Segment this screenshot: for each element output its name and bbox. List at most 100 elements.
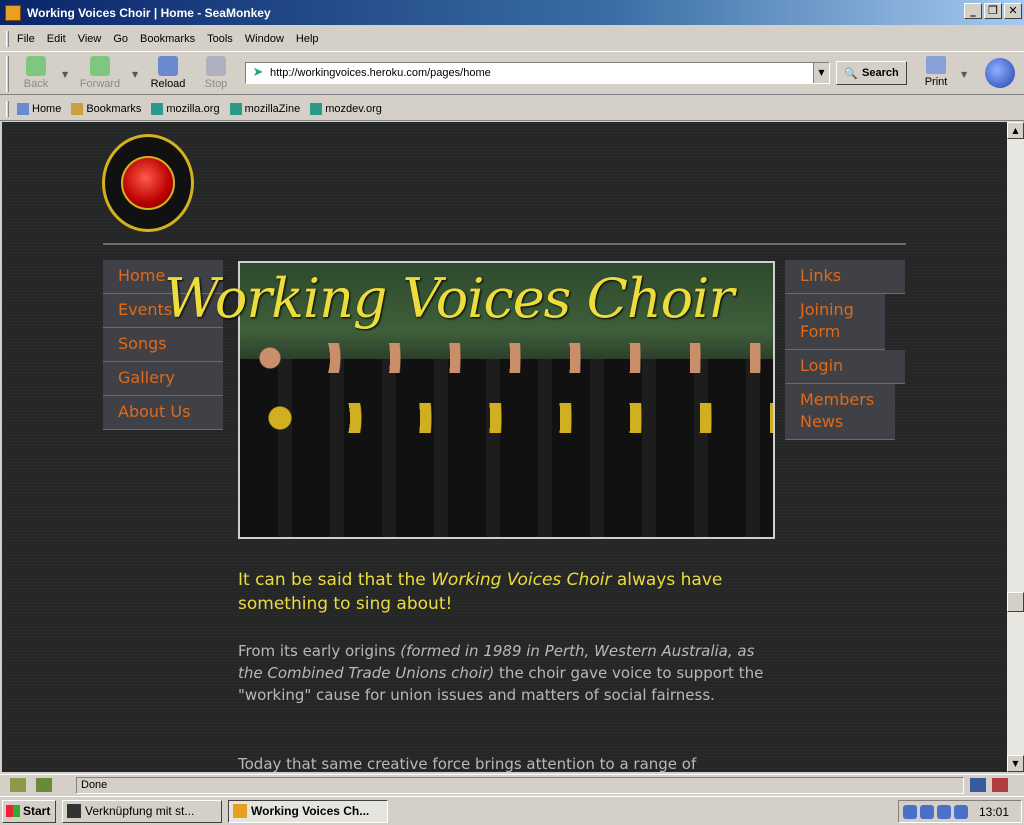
forward-arrow-icon <box>90 56 110 76</box>
personal-toolbar: Home Bookmarks mozilla.org mozillaZine m… <box>0 97 1024 121</box>
maximize-button[interactable]: ❐ <box>984 3 1002 19</box>
bookmarks-icon <box>71 102 84 115</box>
menu-go[interactable]: Go <box>113 33 128 45</box>
choir-logo[interactable] <box>102 134 194 232</box>
bookmarks-menu[interactable]: Bookmarks <box>71 102 142 115</box>
windows-flag-icon <box>6 805 20 817</box>
bookmark-label: mozillaZine <box>244 102 301 115</box>
window-controls: _ ❐ ✕ <box>964 3 1022 19</box>
printer-icon <box>926 56 946 74</box>
bookmark-mozilla-org[interactable]: mozilla.org <box>151 102 220 115</box>
history-paragraph: From its early origins (formed in 1989 i… <box>238 640 778 706</box>
system-tray: 13:01 <box>898 800 1022 823</box>
reload-label: Reload <box>150 78 186 90</box>
nav-joining-form[interactable]: Joining Form <box>785 294 885 350</box>
home-bookmark[interactable]: Home <box>17 102 62 115</box>
minimize-button[interactable]: _ <box>964 3 982 19</box>
taskbar-item-shortcut[interactable]: Verknüpfung mit st... <box>62 799 222 823</box>
print-button[interactable]: Print <box>914 54 958 92</box>
menu-view[interactable]: View <box>78 33 102 45</box>
back-label: Back <box>23 78 49 90</box>
header-divider <box>103 243 906 245</box>
menu-file[interactable]: File <box>17 33 35 45</box>
toolbar-grip[interactable] <box>6 31 9 47</box>
menu-bookmarks[interactable]: Bookmarks <box>140 33 195 45</box>
composer-icon[interactable] <box>36 778 52 792</box>
start-button[interactable]: Start <box>2 799 56 823</box>
intro-choir-name: Working Voices Choir <box>431 570 612 590</box>
status-text: Done <box>76 776 964 794</box>
search-icon: 🔍 <box>844 67 858 80</box>
throbber-icon[interactable] <box>985 58 1015 88</box>
site-title: Working Voices Choir <box>164 267 734 330</box>
reload-icon <box>158 56 178 76</box>
close-button[interactable]: ✕ <box>1004 3 1022 19</box>
scroll-up-icon[interactable]: ▲ <box>1007 122 1024 139</box>
print-label: Print <box>924 76 948 88</box>
taskbar-item-seamonkey[interactable]: Working Voices Ch... <box>228 799 388 823</box>
vertical-scrollbar[interactable]: ▲ ▼ <box>1007 122 1024 772</box>
back-dropdown-icon[interactable]: ▼ <box>62 70 68 79</box>
page-proxy-icon[interactable]: ➤ <box>250 65 266 81</box>
home-icon <box>17 102 29 115</box>
menu-edit[interactable]: Edit <box>47 33 66 45</box>
reload-button[interactable]: Reload <box>146 54 190 92</box>
bookmark-mozillazine[interactable]: mozillaZine <box>229 102 301 115</box>
stop-button[interactable]: Stop <box>194 54 238 92</box>
forward-button[interactable]: Forward <box>78 54 122 92</box>
intro-text: It can be said that the <box>238 570 432 590</box>
security-lock-icon[interactable] <box>992 778 1008 792</box>
navigator-icon[interactable] <box>10 778 26 792</box>
menu-help[interactable]: Help <box>296 33 319 45</box>
bookmark-icon <box>310 102 323 115</box>
nav-login[interactable]: Login <box>785 350 905 384</box>
taskbar-item-label: Verknüpfung mit st... <box>85 804 195 818</box>
search-button[interactable]: 🔍 Search <box>836 61 907 85</box>
status-bar: Done <box>0 774 1024 795</box>
nav-links[interactable]: Links <box>785 260 905 294</box>
settings-tray-icon[interactable] <box>954 804 968 819</box>
photo-faces <box>240 343 773 373</box>
back-arrow-icon <box>26 56 46 76</box>
url-history-dropdown-icon[interactable]: ▼ <box>813 63 829 83</box>
intro-headline: It can be said that the Working Voices C… <box>238 568 778 616</box>
scroll-down-icon[interactable]: ▼ <box>1007 755 1024 772</box>
bookmarks-label: Bookmarks <box>86 102 142 115</box>
rose-emblem-icon <box>121 156 175 210</box>
menu-window[interactable]: Window <box>245 33 284 45</box>
print-dropdown-icon[interactable]: ▼ <box>961 70 967 79</box>
toolbar-grip[interactable] <box>6 100 9 117</box>
photo-choir-members <box>240 358 773 537</box>
component-bar <box>0 778 76 792</box>
home-bookmark-label: Home <box>32 102 62 115</box>
nav-gallery[interactable]: Gallery <box>103 362 223 396</box>
right-nav: Links Joining Form Login Members News <box>785 260 905 440</box>
url-bar[interactable]: ➤ ▼ <box>245 62 830 84</box>
nav-songs[interactable]: Songs <box>103 328 223 362</box>
seamonkey-icon <box>233 804 247 818</box>
page-viewport[interactable]: Home Events Songs Gallery About Us Links… <box>2 122 1007 772</box>
monitor-tray-icon[interactable] <box>937 804 951 819</box>
network-tray-icon[interactable] <box>920 804 934 819</box>
forward-label: Forward <box>79 78 121 90</box>
bookmark-label: mozilla.org <box>166 102 220 115</box>
stop-icon <box>206 56 226 76</box>
nav-members-news[interactable]: Members News <box>785 384 895 440</box>
scroll-thumb[interactable] <box>1007 592 1024 612</box>
back-button[interactable]: Back <box>14 54 58 92</box>
menu-tools[interactable]: Tools <box>207 33 233 45</box>
bookmark-mozdev-org[interactable]: mozdev.org <box>310 102 382 115</box>
stop-label: Stop <box>204 78 228 90</box>
online-status-icon[interactable] <box>970 778 986 792</box>
menu-bar: File Edit View Go Bookmarks Tools Window… <box>0 28 1024 50</box>
info-tray-icon[interactable] <box>903 804 917 819</box>
toolbar-grip[interactable] <box>6 56 9 92</box>
photo-shirt-logos <box>240 403 773 433</box>
title-bar: Working Voices Choir | Home - SeaMonkey … <box>0 0 1024 25</box>
taskbar-item-label: Working Voices Ch... <box>251 804 370 818</box>
bookmark-label: mozdev.org <box>325 102 382 115</box>
nav-about-us[interactable]: About Us <box>103 396 223 430</box>
url-input[interactable] <box>270 67 810 79</box>
forward-dropdown-icon[interactable]: ▼ <box>132 70 138 79</box>
console-icon <box>67 804 81 818</box>
